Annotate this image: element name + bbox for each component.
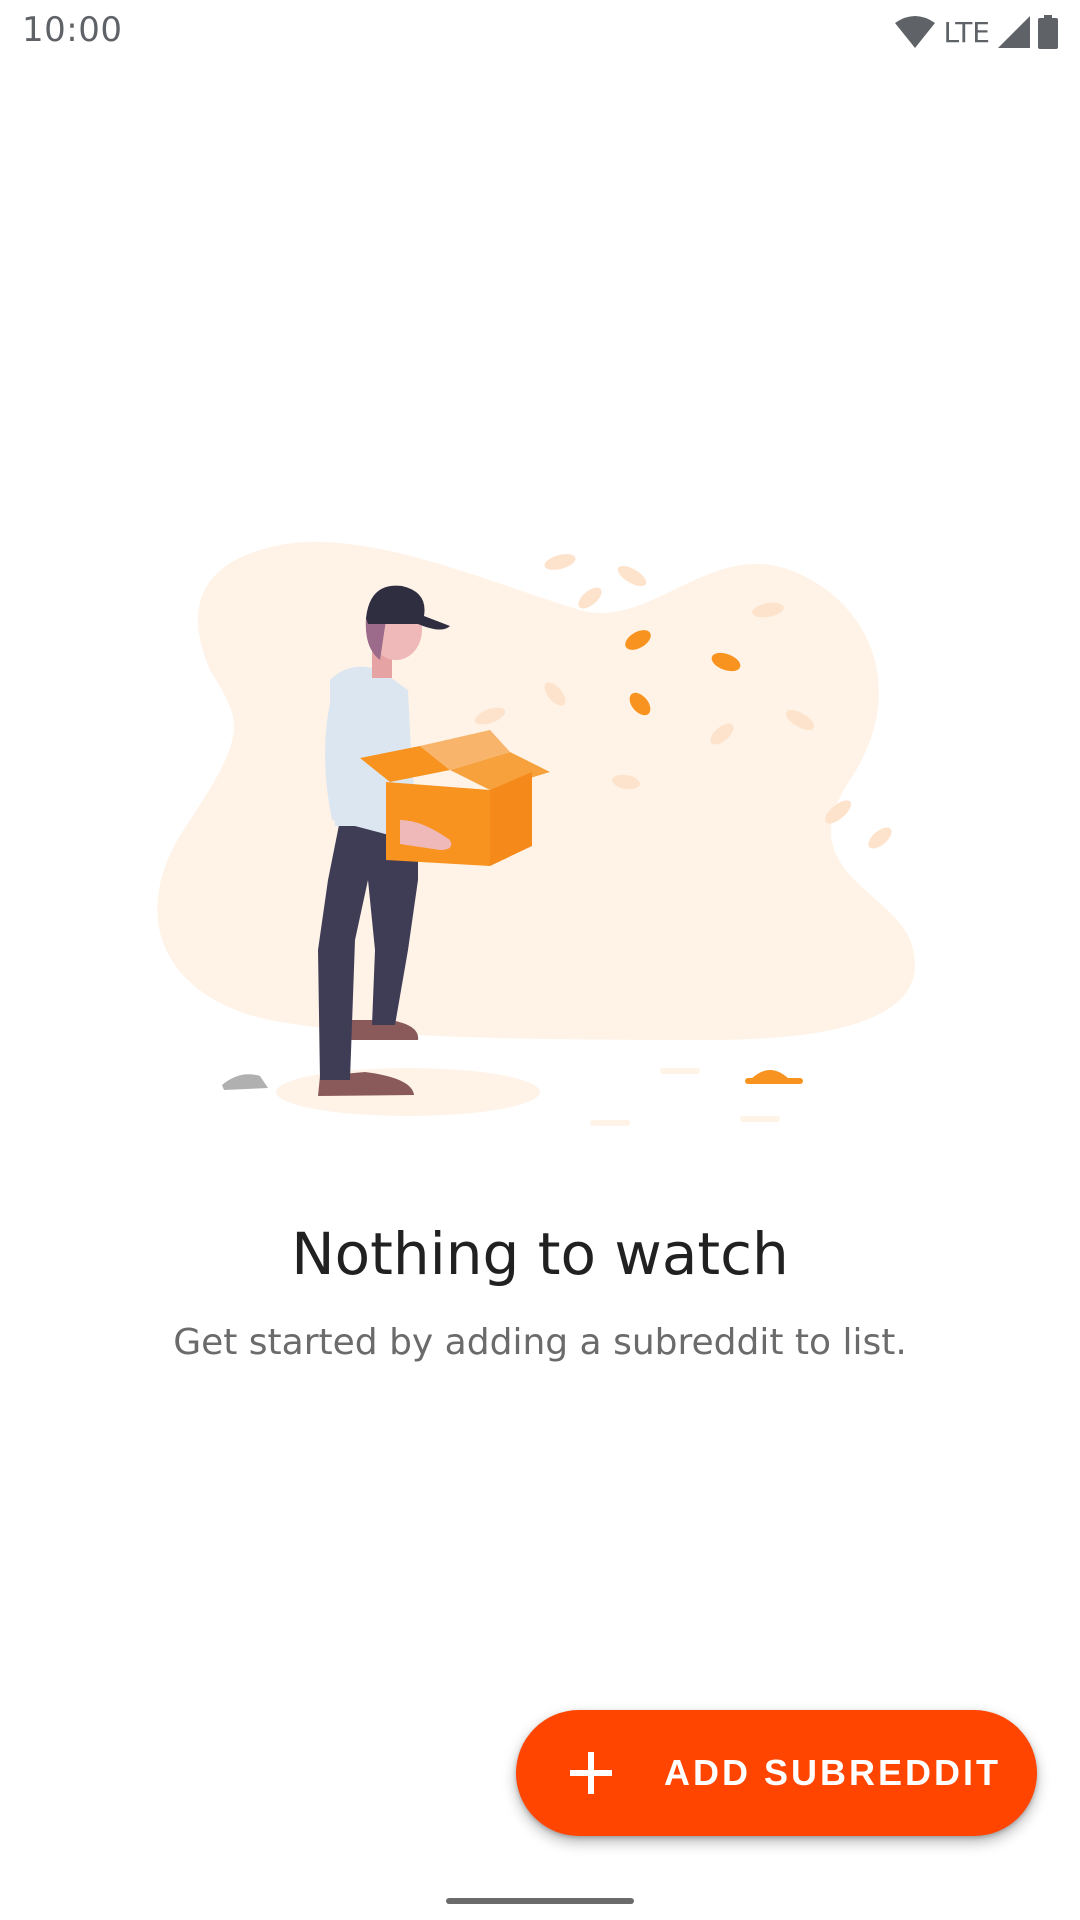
- add-subreddit-label: ADD SUBREDDIT: [664, 1752, 1002, 1793]
- ground-dash: [660, 1068, 700, 1074]
- cell-signal-icon: [998, 16, 1030, 48]
- add-subreddit-button[interactable]: ADD SUBREDDIT: [516, 1710, 1037, 1836]
- gesture-navigation-bar[interactable]: [446, 1898, 634, 1904]
- background-blob: [157, 541, 915, 1040]
- status-bar: 10:00 LTE: [0, 0, 1080, 66]
- empty-state-subtitle: Get started by adding a subreddit to lis…: [173, 1322, 907, 1363]
- rock: [222, 1074, 268, 1090]
- status-icons: LTE: [895, 12, 1058, 52]
- battery-icon: [1038, 15, 1058, 49]
- ground-dash: [590, 1120, 630, 1126]
- empty-state-title: Nothing to watch: [291, 1220, 789, 1288]
- person-holding-box-illustration: [157, 541, 915, 1126]
- network-type-label: LTE: [943, 15, 990, 49]
- status-time: 10:00: [22, 10, 123, 50]
- ground-leaf-base: [745, 1078, 803, 1084]
- ground-dash: [740, 1116, 780, 1122]
- wifi-icon: [895, 16, 936, 48]
- plus-icon: [570, 1752, 612, 1794]
